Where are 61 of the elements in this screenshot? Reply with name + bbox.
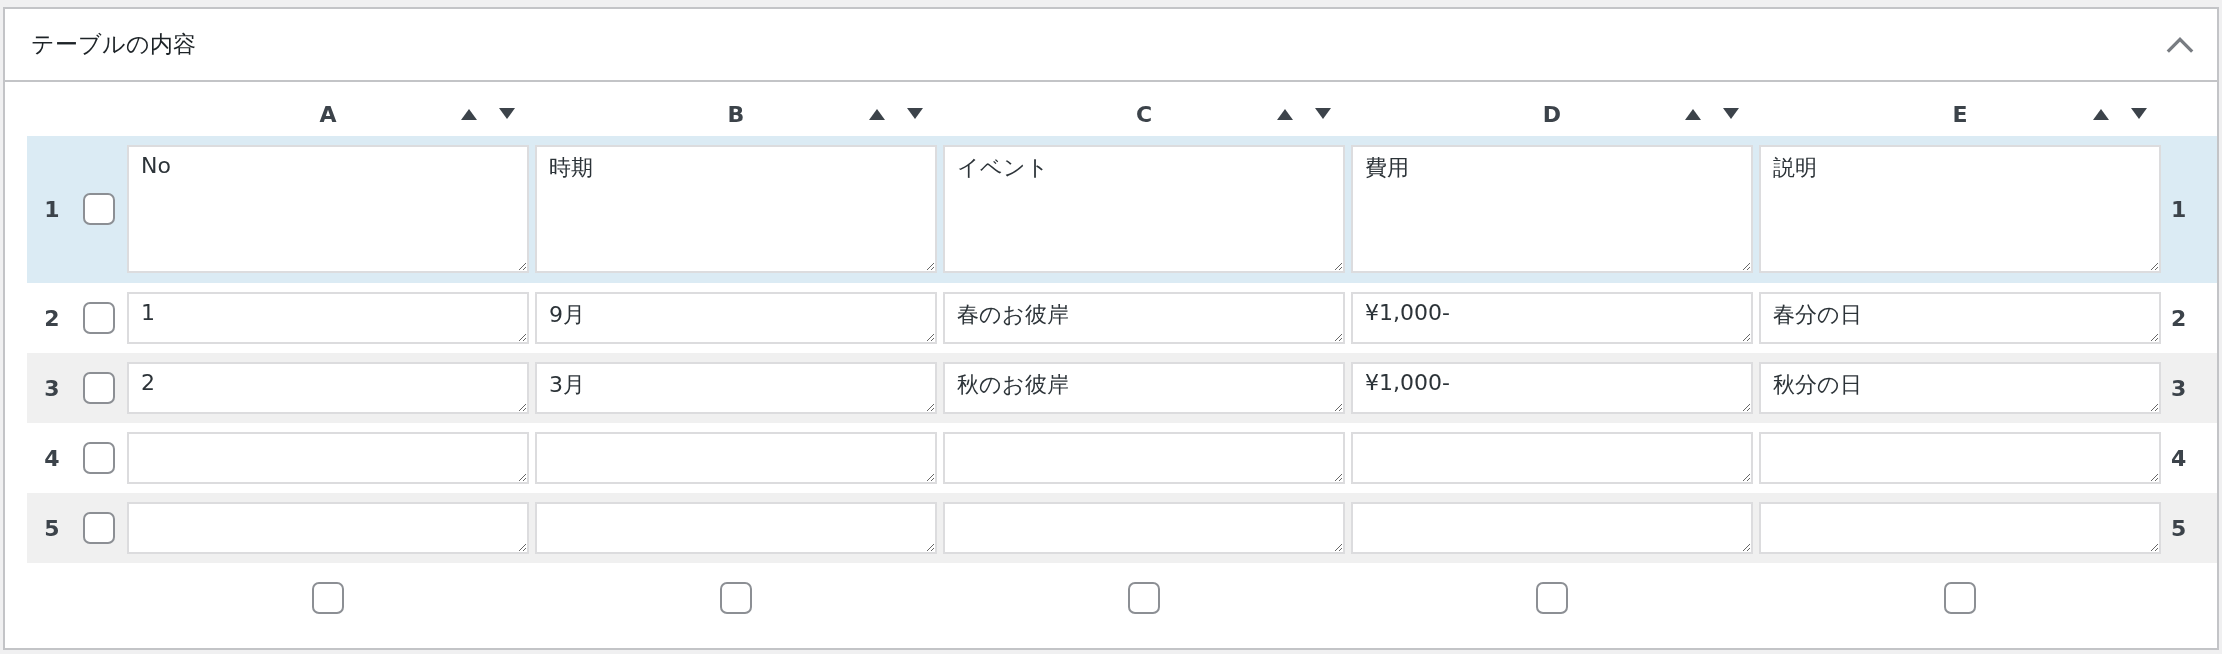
row-number: 1	[43, 196, 61, 222]
cell-field[interactable]	[535, 502, 937, 554]
column-checkbox[interactable]	[1944, 582, 1976, 614]
move-up-icon[interactable]	[461, 108, 477, 120]
row-number: 4	[2170, 445, 2188, 471]
move-up-icon[interactable]	[869, 108, 885, 120]
cell-field[interactable]: 9月	[535, 292, 937, 344]
row-number: 1	[2170, 196, 2188, 222]
row-number: 5	[43, 515, 61, 541]
row-number: 3	[43, 375, 61, 401]
row-checkbox[interactable]	[83, 512, 115, 544]
cell-field[interactable]	[1351, 432, 1753, 484]
row-checkbox[interactable]	[83, 442, 115, 474]
cell-field[interactable]	[1759, 502, 2161, 554]
move-down-icon[interactable]	[499, 108, 515, 120]
row-number: 5	[2170, 515, 2188, 541]
move-down-icon[interactable]	[1723, 108, 1739, 120]
cell-field[interactable]	[127, 432, 529, 484]
cell-field[interactable]	[1351, 502, 1753, 554]
row-number: 3	[2170, 375, 2188, 401]
row-number: 2	[2170, 305, 2188, 331]
cell-field[interactable]: ¥1,000-	[1351, 292, 1753, 344]
cell-field[interactable]: 費用	[1351, 145, 1753, 273]
column-checkbox[interactable]	[1536, 582, 1568, 614]
cell-field[interactable]: 2	[127, 362, 529, 414]
cell-field[interactable]: ¥1,000-	[1351, 362, 1753, 414]
cell-field[interactable]: 時期	[535, 145, 937, 273]
move-down-icon[interactable]	[907, 108, 923, 120]
move-down-icon[interactable]	[1315, 108, 1331, 120]
column-checkbox[interactable]	[1128, 582, 1160, 614]
cell-field[interactable]: イベント	[943, 145, 1345, 273]
row-number: 4	[43, 445, 61, 471]
cell-field[interactable]: 3月	[535, 362, 937, 414]
column-label: D	[1542, 101, 1562, 127]
column-label: A	[319, 101, 337, 127]
row-checkbox[interactable]	[83, 372, 115, 404]
cell-field[interactable]: 秋分の日	[1759, 362, 2161, 414]
column-checkbox[interactable]	[312, 582, 344, 614]
cell-field[interactable]	[127, 502, 529, 554]
panel-title: テーブルの内容	[31, 30, 196, 59]
column-checkbox[interactable]	[720, 582, 752, 614]
row-number: 2	[43, 305, 61, 331]
column-label: C	[1135, 101, 1153, 127]
row-checkbox[interactable]	[83, 193, 115, 225]
cell-field[interactable]: 春のお彼岸	[943, 292, 1345, 344]
move-up-icon[interactable]	[1277, 108, 1293, 120]
cell-field[interactable]	[943, 432, 1345, 484]
cell-field[interactable]: 春分の日	[1759, 292, 2161, 344]
cell-field[interactable]	[1759, 432, 2161, 484]
row-checkbox[interactable]	[83, 302, 115, 334]
move-up-icon[interactable]	[2093, 108, 2109, 120]
cell-field[interactable]	[535, 432, 937, 484]
move-up-icon[interactable]	[1685, 108, 1701, 120]
cell-field[interactable]: 秋のお彼岸	[943, 362, 1345, 414]
column-label: B	[727, 101, 745, 127]
cell-field[interactable]: No	[127, 145, 529, 273]
cell-field[interactable]: 1	[127, 292, 529, 344]
cell-field[interactable]: 説明	[1759, 145, 2161, 273]
column-label: E	[1952, 101, 1968, 127]
cell-field[interactable]	[943, 502, 1345, 554]
move-down-icon[interactable]	[2131, 108, 2147, 120]
